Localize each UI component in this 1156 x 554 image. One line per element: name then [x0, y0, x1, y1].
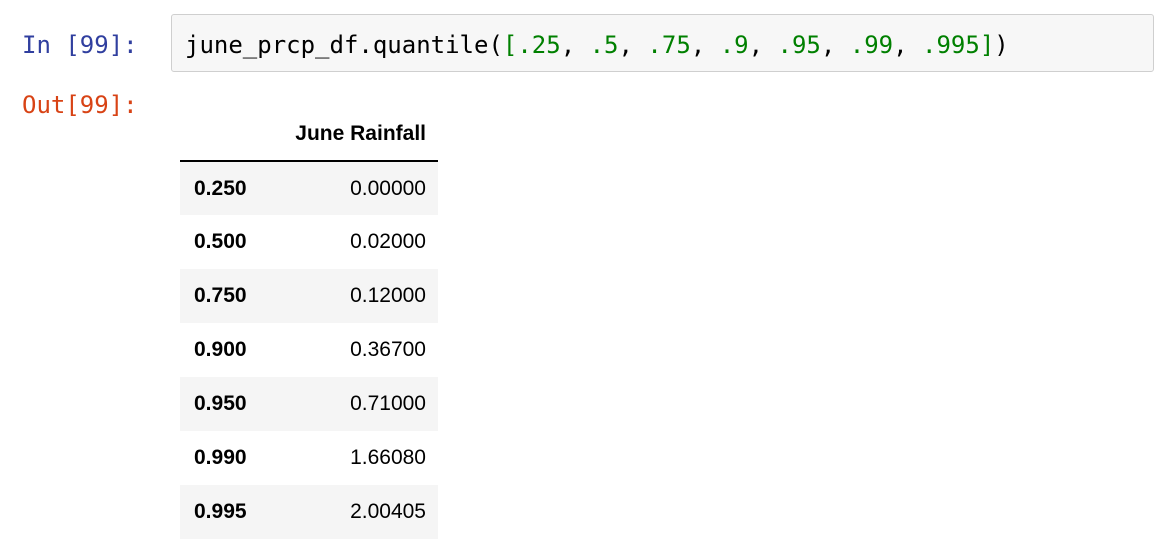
cell-value: 0.02000: [350, 230, 426, 253]
code-line[interactable]: june_prcp_df.quantile([.25, .5, .75, .9,…: [185, 29, 1009, 61]
code-token-num: .995: [922, 31, 980, 59]
input-prompt: In [99]:: [22, 31, 138, 59]
row-index: 0.250: [194, 176, 247, 200]
row-index: 0.950: [194, 392, 247, 415]
cell-value: 1.66080: [350, 446, 426, 469]
row-index: 0.750: [194, 284, 247, 307]
code-token-plain: ,: [618, 31, 648, 59]
cell-value: 0.71000: [350, 392, 426, 415]
table-row: 0.900 0.36700: [180, 323, 438, 377]
code-token-plain: ,: [820, 31, 850, 59]
table-row: 0.250 0.00000: [180, 161, 438, 215]
code-token-num: .9: [719, 31, 749, 59]
code-token-plain: ,: [893, 31, 923, 59]
cell-value: 0.00000: [350, 176, 426, 200]
code-token-bracket: [: [502, 31, 518, 59]
table-row: 0.995 2.00405: [180, 485, 438, 539]
cell-value: 0.12000: [350, 284, 426, 307]
column-header-june-rainfall: June Rainfall: [266, 108, 438, 162]
cell-value: 2.00405: [350, 500, 426, 523]
code-token-plain: ): [994, 31, 1009, 59]
row-index: 0.995: [194, 500, 247, 523]
table-body: 0.250 0.00000 0.500 0.02000 0.750 0.12000 0.90…: [180, 161, 438, 539]
code-token-num: .95: [777, 31, 821, 59]
code-token-num: .25: [517, 31, 561, 59]
code-token-plain: quantile: [372, 31, 489, 59]
code-token-plain: ,: [748, 31, 778, 59]
index-header: [180, 108, 266, 162]
cell-value: 0.36700: [350, 338, 426, 361]
code-token-plain: (: [488, 31, 503, 59]
table-row: 0.950 0.71000: [180, 377, 438, 431]
code-token-plain: ,: [560, 31, 590, 59]
code-token-plain: ,: [690, 31, 720, 59]
table-row: 0.500 0.02000: [180, 215, 438, 269]
row-index: 0.990: [194, 446, 247, 469]
table-row: 0.990 1.66080: [180, 431, 438, 485]
code-token-plain: june_prcp_df: [185, 31, 359, 59]
row-index: 0.500: [194, 230, 247, 253]
code-token-num: .5: [589, 31, 619, 59]
table-header-row: June Rainfall: [180, 108, 438, 162]
dataframe-table: June Rainfall 0.250 0.00000 0.500 0.02000 0.…: [180, 108, 438, 539]
output-prompt: Out[99]:: [22, 91, 138, 119]
code-token-num: .99: [849, 31, 894, 59]
row-index: 0.900: [194, 338, 247, 361]
code-token-plain: .: [358, 31, 373, 59]
code-token-num: .75: [647, 31, 691, 59]
code-token-bracket: ]: [979, 31, 995, 59]
table-row: 0.750 0.12000: [180, 269, 438, 323]
code-input-area[interactable]: june_prcp_df.quantile([.25, .5, .75, .9,…: [171, 14, 1154, 72]
